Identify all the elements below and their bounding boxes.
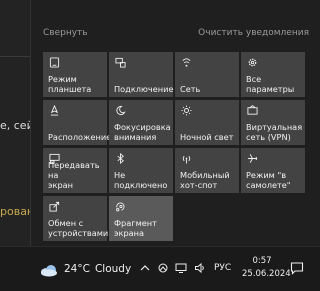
- tile-label: Режим "в самолете": [246, 170, 291, 190]
- window-divider: [0, 56, 30, 57]
- collapse-link[interactable]: Свернуть: [43, 28, 88, 38]
- notification-icon[interactable]: [286, 257, 308, 279]
- gear-icon: [246, 56, 258, 68]
- airplane-icon: [246, 152, 258, 164]
- tile-screen-snip[interactable]: Фрагмент экрана: [109, 196, 173, 241]
- tile-focus-assist[interactable]: Фокусировка внимания: [109, 100, 173, 145]
- tile-airplane-mode[interactable]: Режим "в самолете": [241, 148, 305, 193]
- tile-label: Мобильный хот-спот: [180, 170, 230, 190]
- moon-icon: [114, 104, 126, 116]
- tile-location[interactable]: Расположение: [43, 100, 112, 145]
- quick-actions-grid: Режим планшета Подключение Сеть Все пара…: [43, 52, 305, 241]
- tile-nearby-sharing[interactable]: Обмен с устройствами: [43, 196, 109, 241]
- monitor-icon[interactable]: [174, 261, 188, 275]
- screen-snip-icon: [114, 200, 126, 212]
- tablet-mode-icon: [48, 56, 60, 68]
- tile-label: Виртуальная сеть (VPN): [246, 122, 303, 142]
- tile-all-settings[interactable]: Все параметры: [241, 52, 305, 97]
- action-center-panel: Свернуть Очистить уведомления Режим план…: [30, 0, 320, 246]
- network-icon: [180, 56, 192, 68]
- tile-label: Подключение: [114, 84, 174, 94]
- tile-label: Передавать на экран: [48, 160, 100, 190]
- tile-network[interactable]: Сеть: [175, 52, 239, 97]
- weather-condition: Cloudy: [94, 263, 132, 275]
- tile-label: Расположение: [48, 132, 112, 142]
- tile-tablet-mode[interactable]: Режим планшета: [43, 52, 107, 97]
- weather-widget[interactable]: 24°C Cloudy: [39, 247, 131, 291]
- clear-notifications-link[interactable]: Очистить уведомления: [198, 28, 309, 38]
- tile-label: Ночной свет: [180, 132, 234, 142]
- tile-label: Фокусировка внимания: [114, 122, 171, 142]
- location-icon: [48, 104, 60, 116]
- action-center-header: Свернуть Очистить уведомления: [31, 28, 320, 42]
- volume-icon[interactable]: [193, 261, 207, 275]
- tile-bluetooth[interactable]: Не подключено: [109, 148, 173, 193]
- weather-temperature: 24°C: [64, 263, 90, 275]
- background-text-fragment: е, сей: [0, 119, 30, 132]
- tile-label: Обмен с устройствами: [48, 218, 109, 238]
- hotspot-icon: [180, 152, 192, 164]
- tile-night-light[interactable]: Ночной свет: [175, 100, 239, 145]
- language-indicator[interactable]: РУС: [214, 263, 231, 273]
- tile-label: Сеть: [180, 84, 201, 94]
- clock-time: 0:57: [252, 256, 272, 266]
- connect-icon: [114, 56, 126, 68]
- background-window: е, сей рован: [0, 0, 30, 246]
- clock-date: 25.06.2024: [242, 269, 291, 279]
- bluetooth-icon: [114, 152, 126, 164]
- tile-project[interactable]: Передавать на экран: [43, 148, 107, 193]
- tile-label: Фрагмент экрана: [114, 218, 157, 238]
- chevron-up-icon[interactable]: [138, 261, 152, 275]
- tile-mobile-hotspot[interactable]: Мобильный хот-спот: [175, 148, 239, 193]
- tile-label: Все параметры: [246, 74, 295, 94]
- share-icon: [48, 200, 60, 212]
- tile-connect[interactable]: Подключение: [109, 52, 173, 97]
- pen-icon[interactable]: [156, 261, 170, 275]
- clock[interactable]: 0:57 25.06.2024: [242, 255, 291, 281]
- cloud-icon: [39, 262, 59, 277]
- tile-label: Режим планшета: [48, 74, 92, 94]
- background-link-fragment: рован: [0, 205, 30, 218]
- tile-vpn[interactable]: Виртуальная сеть (VPN): [241, 100, 305, 145]
- vpn-icon: [246, 104, 258, 116]
- taskbar: 24°C Cloudy РУС 0:57 25.06.2024: [0, 246, 320, 290]
- tile-label: Не подключено: [114, 170, 168, 190]
- brightness-icon: [180, 104, 192, 116]
